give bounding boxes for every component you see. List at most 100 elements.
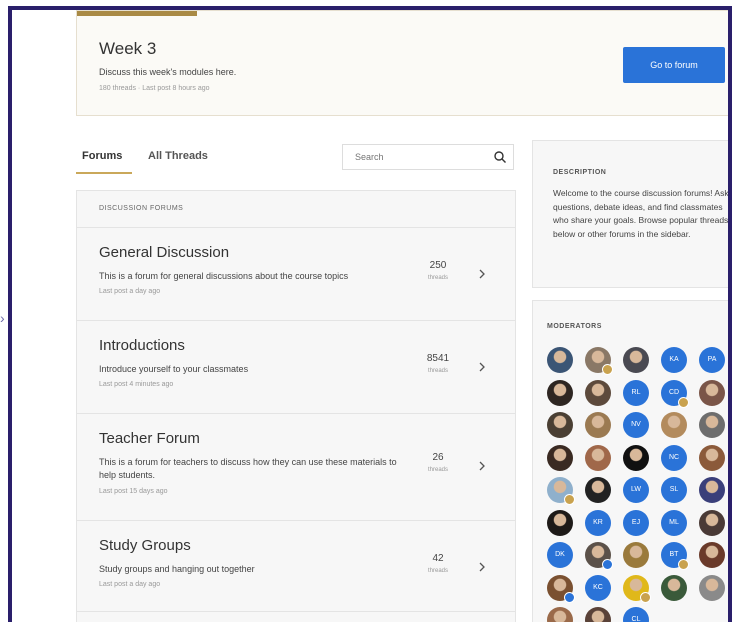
moderator-badge-icon bbox=[564, 591, 575, 603]
forum-title: Study Groups bbox=[99, 537, 191, 554]
forum-description: This is a forum for general discussions … bbox=[99, 271, 349, 281]
week-description: Discuss this week's modules here. bbox=[99, 67, 237, 77]
moderator-avatar[interactable] bbox=[699, 542, 725, 568]
moderator-avatar[interactable] bbox=[699, 444, 725, 471]
moderator-avatar[interactable] bbox=[547, 574, 575, 603]
active-tab-indicator bbox=[76, 172, 132, 174]
moderator-badge-icon bbox=[640, 591, 651, 603]
forum-row-general-discussion[interactable]: General Discussion This is a forum for g… bbox=[77, 228, 515, 321]
forum-title: Teacher Forum bbox=[99, 430, 200, 447]
week-title: Week 3 bbox=[99, 39, 157, 58]
moderators-heading: MODERATORS bbox=[547, 323, 602, 330]
forum-thread-count: 42 bbox=[432, 553, 444, 564]
forum-thread-count-label: threads bbox=[427, 568, 448, 574]
moderator-badge-icon bbox=[678, 559, 689, 570]
moderator-avatar[interactable]: CL bbox=[623, 607, 649, 622]
forum-thread-count-label: threads bbox=[427, 467, 448, 473]
moderator-avatar[interactable]: ML bbox=[661, 509, 687, 536]
left-edge-marker: › bbox=[0, 310, 5, 326]
moderator-avatar[interactable] bbox=[699, 574, 725, 601]
forum-thread-count: 26 bbox=[432, 452, 444, 463]
forum-meta: Last post 4 minutes ago bbox=[99, 381, 174, 388]
moderator-avatar[interactable] bbox=[585, 444, 611, 471]
moderator-avatar[interactable] bbox=[623, 444, 649, 471]
moderator-avatar[interactable]: NV bbox=[623, 412, 649, 438]
moderator-avatar[interactable] bbox=[699, 412, 725, 438]
moderator-avatar[interactable]: KA bbox=[661, 347, 687, 373]
search-input[interactable] bbox=[353, 145, 497, 169]
moderator-badge-icon bbox=[678, 396, 689, 408]
search-icon[interactable] bbox=[493, 150, 507, 164]
moderator-avatar[interactable] bbox=[623, 574, 651, 603]
forum-thread-count-label: threads bbox=[427, 368, 448, 374]
moderator-avatar[interactable]: RL bbox=[623, 379, 649, 406]
moderator-badge-icon bbox=[602, 364, 613, 375]
moderator-avatar[interactable] bbox=[547, 412, 573, 438]
moderator-avatar[interactable]: KC bbox=[585, 574, 611, 601]
moderator-avatar[interactable]: NC bbox=[661, 444, 687, 471]
moderator-avatar[interactable] bbox=[585, 477, 611, 503]
forum-description: Study groups and hanging out together bbox=[99, 564, 255, 574]
forum-description: This is a forum for teachers to discuss … bbox=[99, 457, 397, 480]
forum-row-teacher-forum[interactable]: Teacher Forum This is a forum for teache… bbox=[77, 414, 515, 521]
chevron-right-icon bbox=[479, 362, 485, 372]
moderator-avatar[interactable]: BT bbox=[661, 542, 689, 570]
forum-list: DISCUSSION FORUMS General Discussion Thi… bbox=[76, 190, 516, 622]
forum-tabs: Forums All Threads bbox=[76, 144, 516, 180]
forum-thread-count-label: threads bbox=[427, 275, 448, 281]
forum-meta: Last post 15 days ago bbox=[99, 488, 168, 495]
forum-title: Introductions bbox=[99, 337, 185, 354]
moderator-avatar[interactable] bbox=[585, 379, 611, 406]
tab-forums[interactable]: Forums bbox=[82, 150, 122, 162]
chevron-right-icon bbox=[479, 269, 485, 279]
moderator-avatar[interactable]: KR bbox=[585, 509, 611, 536]
moderator-avatar[interactable]: CD bbox=[661, 379, 689, 408]
moderator-avatar[interactable] bbox=[585, 412, 611, 438]
search-box bbox=[342, 144, 514, 170]
moderator-avatar[interactable] bbox=[585, 347, 613, 375]
forum-thread-count: 250 bbox=[429, 260, 447, 271]
moderator-avatar[interactable] bbox=[547, 379, 573, 406]
moderator-avatar[interactable]: SL bbox=[661, 477, 687, 503]
moderator-avatar[interactable] bbox=[547, 347, 573, 373]
moderator-badge-icon bbox=[602, 559, 613, 570]
moderator-avatar[interactable]: LW bbox=[623, 477, 649, 503]
chevron-right-icon bbox=[479, 461, 485, 471]
moderator-avatar[interactable]: EJ bbox=[623, 509, 649, 536]
week-card: Week 3 Discuss this week's modules here.… bbox=[76, 10, 728, 116]
forum-row-introductions[interactable]: Introductions Introduce yourself to your… bbox=[77, 321, 515, 414]
moderator-avatar[interactable] bbox=[661, 412, 687, 438]
moderator-avatar[interactable]: DK bbox=[547, 542, 573, 568]
chevron-right-icon bbox=[479, 562, 485, 572]
moderator-avatar[interactable] bbox=[547, 444, 573, 471]
week-accent-bar bbox=[77, 11, 197, 16]
moderator-avatar[interactable] bbox=[699, 509, 725, 536]
moderator-avatar[interactable] bbox=[623, 347, 649, 373]
forum-meta: Last post a day ago bbox=[99, 581, 161, 588]
go-to-forum-button[interactable]: Go to forum bbox=[623, 47, 725, 83]
moderator-avatar[interactable] bbox=[585, 542, 613, 570]
forum-meta: Last post a day ago bbox=[99, 288, 161, 295]
description-heading: DESCRIPTION bbox=[553, 169, 607, 176]
moderators-panel: MODERATORS KA PA RL CD NV NC LW SL KR EJ ML DK BT KC C… bbox=[532, 300, 728, 622]
moderator-badge-icon bbox=[564, 494, 575, 505]
tab-all-threads[interactable]: All Threads bbox=[148, 150, 208, 162]
moderator-avatar[interactable] bbox=[547, 477, 575, 505]
week-meta: 180 threads · Last post 8 hours ago bbox=[99, 85, 210, 92]
description-text: Welcome to the course discussion forums!… bbox=[553, 188, 729, 239]
description-panel: DESCRIPTION Welcome to the course discus… bbox=[532, 140, 729, 288]
forum-title: General Discussion bbox=[99, 244, 230, 261]
moderator-avatar[interactable] bbox=[699, 379, 725, 406]
moderator-avatar[interactable] bbox=[661, 574, 687, 601]
app-frame: Week 3 Discuss this week's modules here.… bbox=[8, 6, 732, 622]
forum-row-study-groups[interactable]: Study Groups Study groups and hanging ou… bbox=[77, 521, 515, 612]
moderator-avatar[interactable] bbox=[623, 542, 649, 568]
forum-description: Introduce yourself to your classmates bbox=[99, 364, 249, 374]
moderator-avatar[interactable] bbox=[699, 477, 725, 503]
forum-thread-count: 8541 bbox=[426, 353, 450, 364]
moderator-avatar[interactable] bbox=[547, 607, 573, 622]
forum-list-header: DISCUSSION FORUMS bbox=[77, 191, 515, 228]
moderator-avatar[interactable] bbox=[585, 607, 611, 622]
moderator-avatar[interactable]: PA bbox=[699, 347, 725, 373]
moderator-avatar[interactable] bbox=[547, 509, 573, 536]
